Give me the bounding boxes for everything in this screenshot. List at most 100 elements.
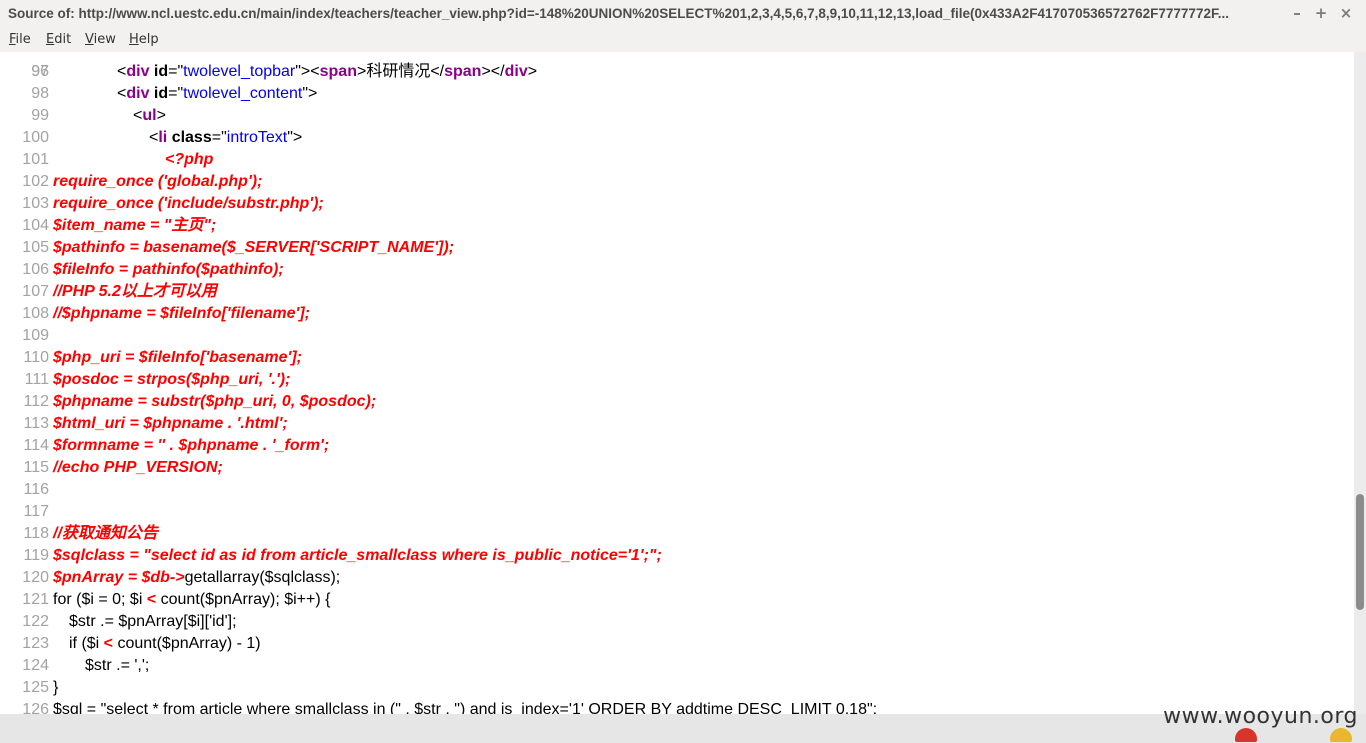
line-number: 119 [23,547,49,564]
menu-file[interactable]: File [9,32,31,47]
code-text: $phpname = substr($php_uri, 0, $posdoc); [53,391,376,413]
menu-edit[interactable]: Edit [46,32,71,47]
code-text: <ul> [133,105,166,127]
line-number: 109 [22,327,49,344]
code-text: require_once ('global.php'); [53,171,262,193]
code-text: <div id="twolevel_content"> [117,83,317,105]
code-line: 121 for ($i = 0; $i < count($pnArray); $i… [0,589,1354,611]
code-line: 120 $pnArray = $db->getallarray($sqlclass… [0,567,1354,589]
close-button[interactable]: × [1336,4,1356,24]
code-token: $str .= $pnArray[$i]['id']; [69,613,237,630]
code-text: $fileInfo = pathinfo($pathinfo); [53,259,284,281]
code-token: >科研情况</ [356,63,445,80]
code-line: 111 $posdoc = strpos($php_uri, '.'); [0,369,1354,391]
code-line: 96 [0,52,1354,80]
code-line: 101 <?php [0,149,1354,171]
code-token: < [149,129,159,146]
code-token: getallarray($sqlclass); [184,569,341,586]
code-text: //PHP 5.2以上才可以用 [53,281,217,303]
line-number: 122 [22,613,49,630]
minimize-button[interactable]: – [1287,4,1307,24]
line-number: 124 [22,657,49,674]
code-text: } [53,677,58,699]
line-number: 110 [23,349,49,366]
code-token: //获取通知公告 [53,525,158,542]
line-number: 107 [22,283,49,300]
code-text: $item_name = "主页"; [53,215,216,237]
code-line: 125} [0,677,1354,699]
code-line: 105 $pathinfo = basename($_SERVER['SCRIPT… [0,237,1354,259]
code-token: $html_uri = $phpname . '.html'; [53,415,288,432]
code-token: id [153,63,169,80]
code-token: introText [226,129,288,146]
code-line: 97 <div id="twolevel_topbar"><span>科研情况</… [0,61,1354,83]
code-token: =" [211,129,227,146]
code-text: for ($i = 0; $i < count($pnArray); $i++)… [53,589,330,611]
code-text: require_once ('include/substr.php'); [53,193,324,215]
code-token: count($pnArray) - 1) [113,635,261,652]
code-line: 104 $item_name = "主页"; [0,215,1354,237]
line-number: 102 [22,173,49,190]
code-text: $pathinfo = basename($_SERVER['SCRIPT_NA… [53,237,454,259]
code-text: <li class="introText"> [149,127,302,149]
code-text: $str .= $pnArray[$i]['id']; [69,611,237,633]
code-text: $pnArray = $db->getallarray($sqlclass); [53,567,340,589]
code-token: "> [302,85,318,102]
line-number: 104 [22,217,49,234]
code-token: ">< [295,63,320,80]
line-number: 100 [22,129,49,146]
code-token: require_once ('global.php'); [53,173,263,190]
code-token: $posdoc = strpos($php_uri, '.'); [53,371,291,388]
code-line: 117 [0,501,1354,523]
line-number: 118 [23,525,49,542]
code-token: < [146,591,157,608]
menu-view[interactable]: View [85,32,116,47]
code-token: $formname = '' . $phpname . '_form'; [53,437,330,454]
source-view[interactable]: 96 97 <div id="twolevel_topbar"><span>科研情… [0,52,1354,714]
code-token: //echo PHP_VERSION; [53,459,223,476]
code-token: $item_name = "主页"; [53,217,217,234]
status-bar [0,714,1366,743]
code-line: 114 $formname = '' . $phpname . '_form'; [0,435,1354,457]
code-line: 108//$phpname = $fileInfo['filename']; [0,303,1354,325]
line-number: 101 [22,151,49,168]
code-token: span [444,63,482,80]
code-token: //$phpname = $fileInfo['filename']; [53,305,310,322]
code-token: class [171,129,212,146]
code-text: //echo PHP_VERSION; [53,457,223,479]
line-number: 120 [22,569,49,586]
code-line: 124 $str .= ','; [0,655,1354,677]
code-token: $fileInfo = pathinfo($pathinfo); [53,261,284,278]
line-number: 123 [22,635,49,652]
scrollbar-thumb[interactable] [1356,494,1364,610]
code-token: <?php [165,151,214,168]
code-text: <?php [165,149,213,171]
code-text: if ($i < count($pnArray) - 1) [69,633,261,655]
code-text: <div id="twolevel_topbar"><span>科研情况</sp… [117,61,537,83]
line-number: 99 [31,107,49,124]
menu-help[interactable]: Help [129,32,159,47]
menu-bar: File Edit View Help [0,28,1366,52]
code-token: $pathinfo = basename($_SERVER['SCRIPT_NA… [53,239,455,256]
code-line: 122 $str .= $pnArray[$i]['id']; [0,611,1354,633]
maximize-button[interactable]: + [1311,4,1331,24]
code-text: //$phpname = $fileInfo['filename']; [53,303,310,325]
code-token: $php_uri = $fileInfo['basename']; [53,349,302,366]
code-text: $php_uri = $fileInfo['basename']; [53,347,302,369]
code-token: =" [168,63,184,80]
code-token: $pnArray = $db-> [53,569,185,586]
code-line: 126 $sql = "select * from article where s… [0,699,1354,714]
code-text: $sqlclass = "select id as id from articl… [53,545,662,567]
vertical-scrollbar[interactable] [1354,52,1366,714]
line-number: 117 [23,503,49,520]
line-number: 121 [22,591,49,608]
code-token: ></ [481,63,505,80]
code-line: 98 <div id="twolevel_content"> [0,83,1354,105]
line-number: 115 [23,459,49,476]
code-text: $str .= ','; [85,655,149,677]
watermark: www.wooyun.org [1163,704,1358,729]
line-number: 116 [23,481,49,498]
code-line: 100 <li class="introText"> [0,127,1354,149]
code-line: 103 require_once ('include/substr.php'); [0,193,1354,215]
line-number: 112 [23,393,49,410]
